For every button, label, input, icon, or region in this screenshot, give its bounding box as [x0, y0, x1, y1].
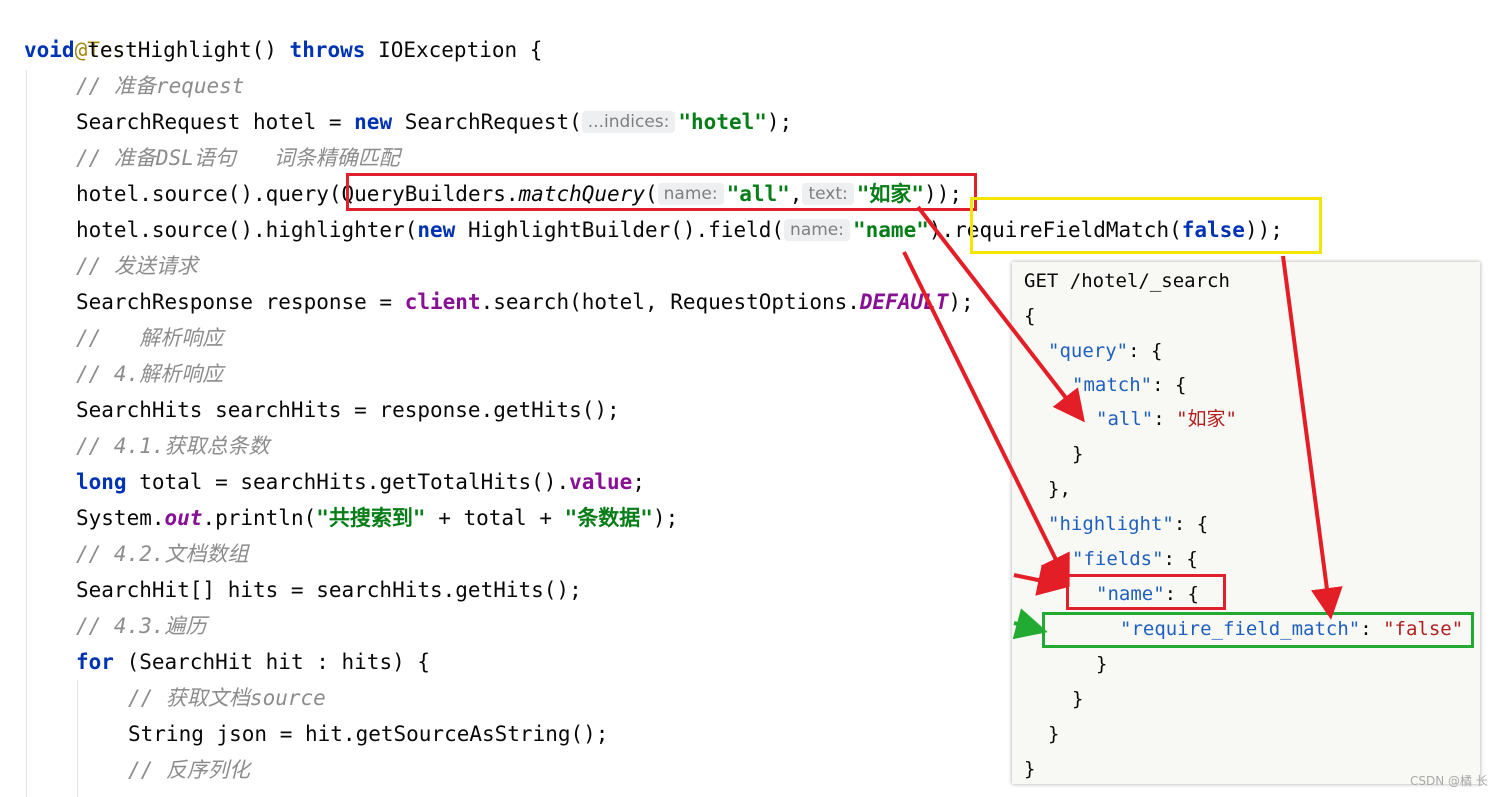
arrow-name-to-name: [902, 251, 1070, 588]
watermark: CSDN @橘 长: [1410, 774, 1488, 788]
arrow-side-red: [1013, 564, 1070, 596]
annotation-arrows: [902, 205, 1343, 640]
arrow-side-green: [1012, 608, 1048, 640]
arrow-false-to-rfm: [1281, 255, 1343, 620]
arrow-match-to-all: [916, 205, 1085, 423]
